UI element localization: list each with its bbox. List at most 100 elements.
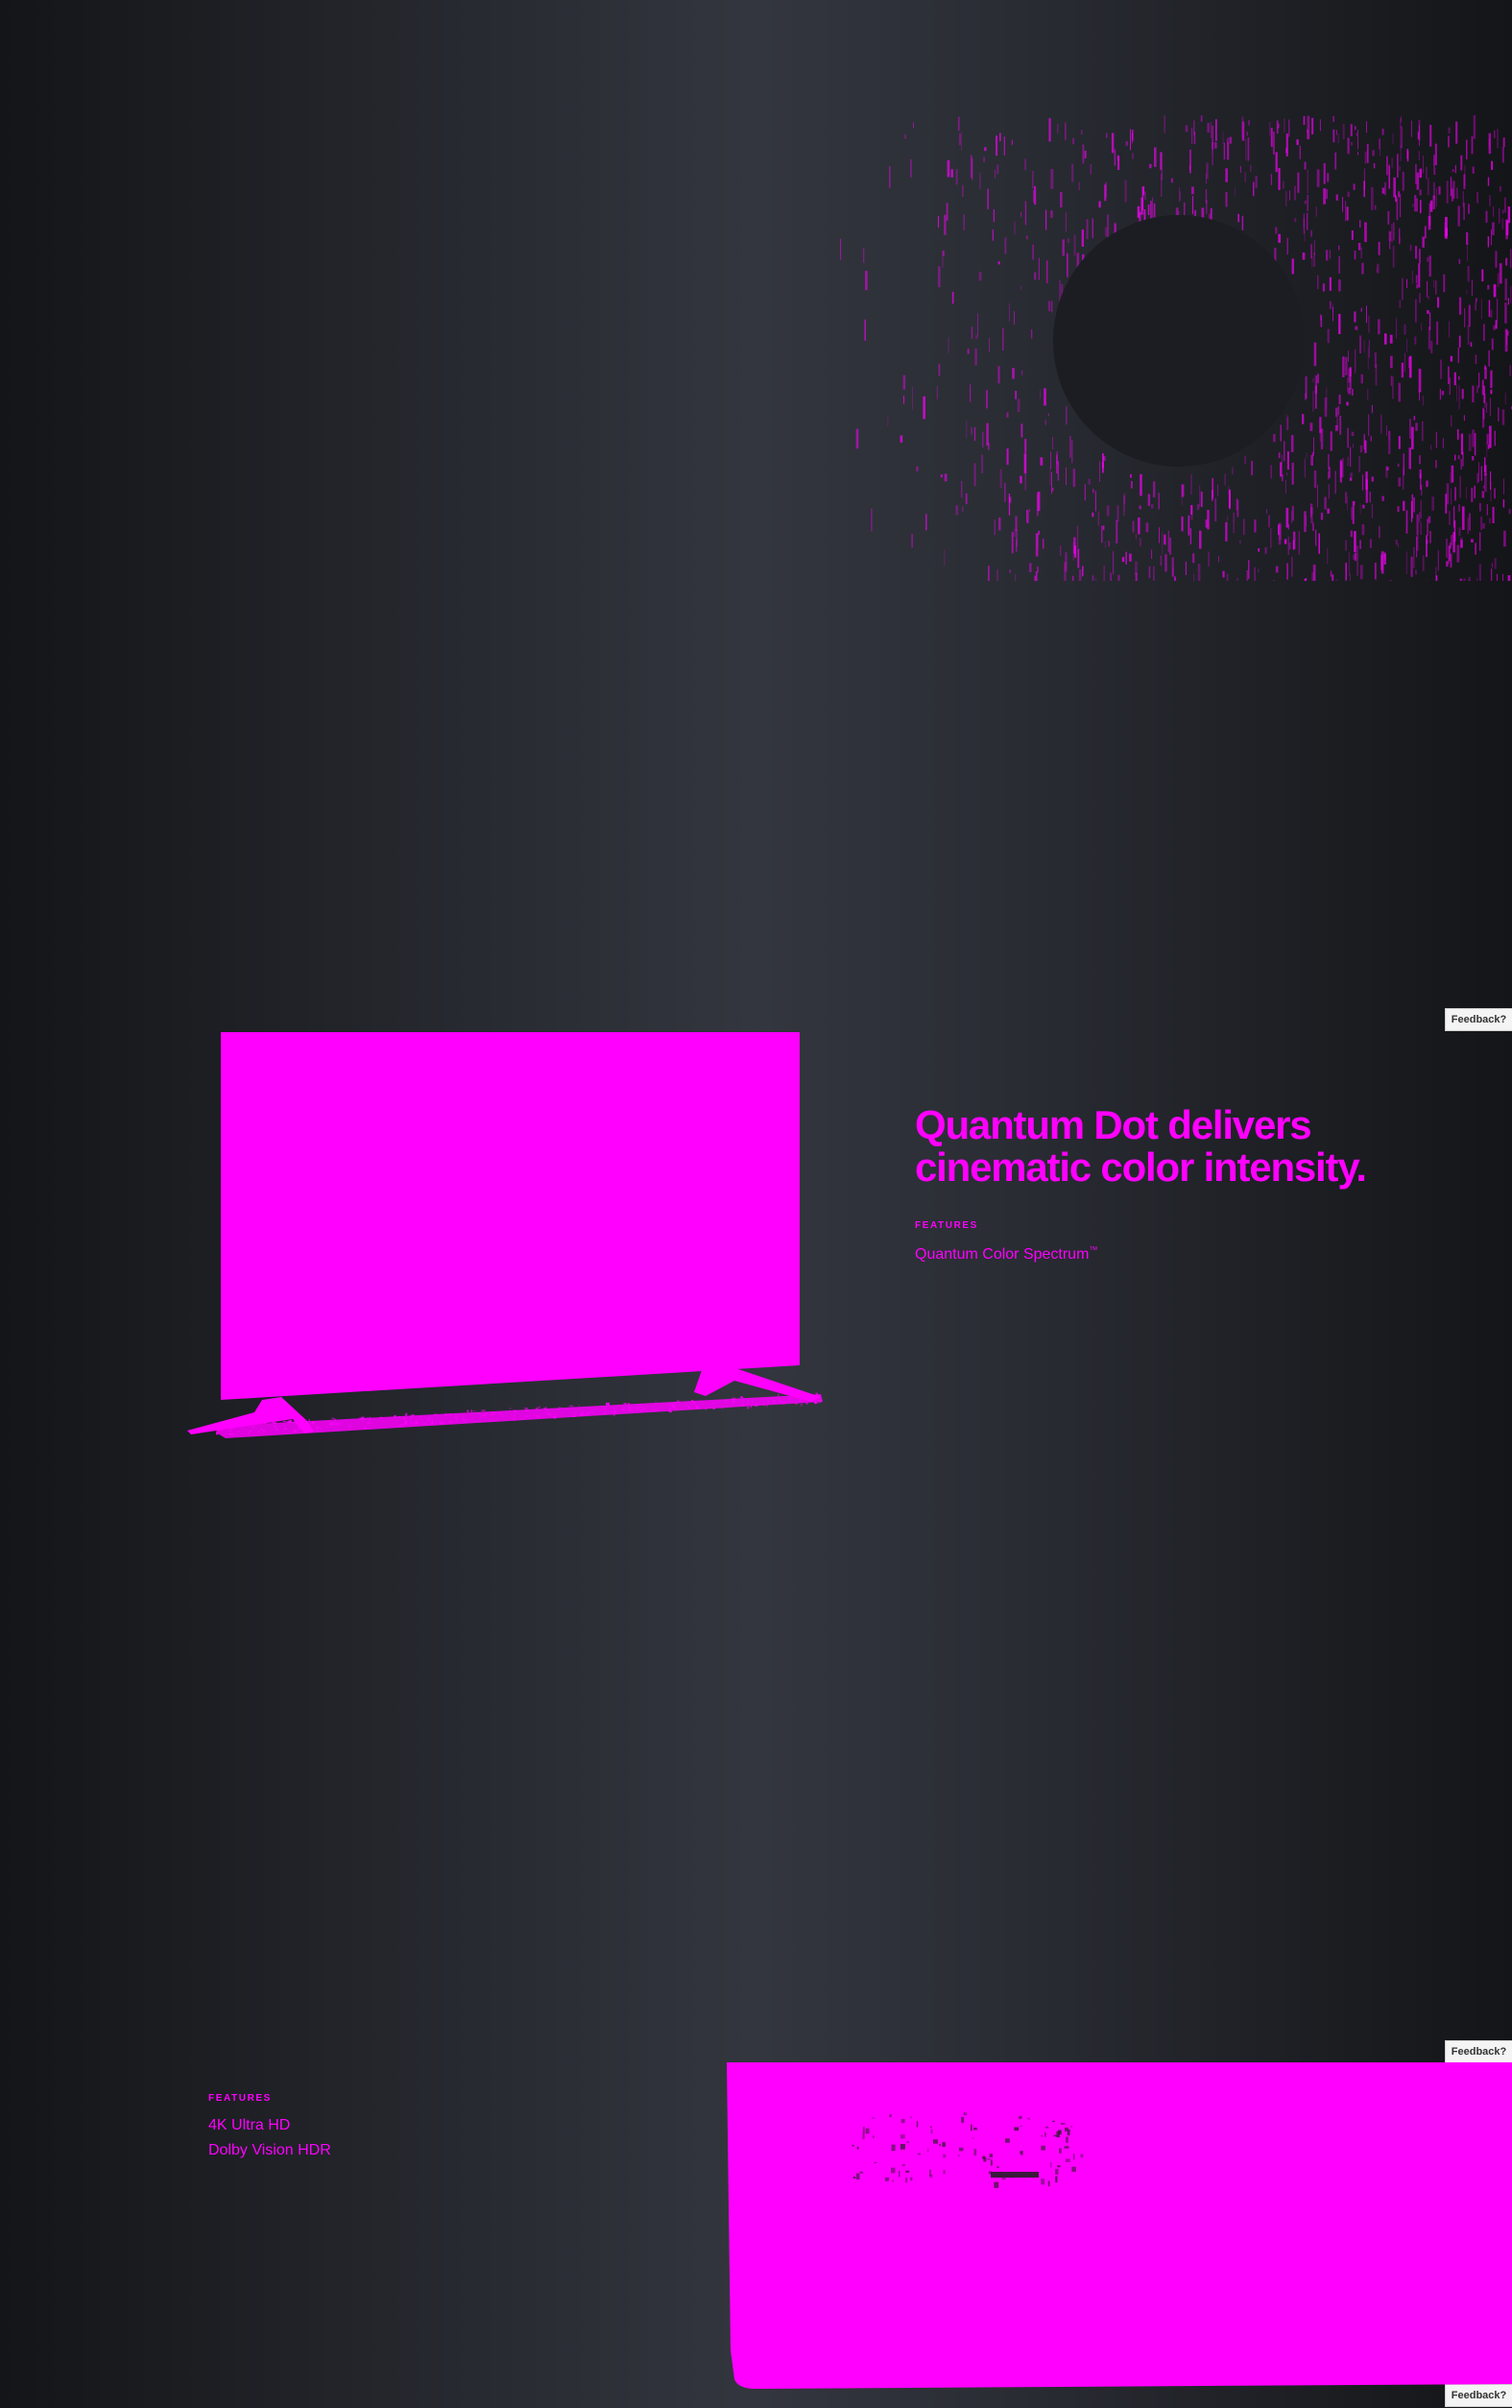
- particle-streak: [865, 271, 868, 291]
- particle-streak: [1050, 451, 1052, 470]
- particle-streak: [1403, 500, 1405, 512]
- particle-streak: [1288, 119, 1290, 137]
- silhouette-mark: [963, 2112, 968, 2116]
- particle-streak: [936, 386, 938, 399]
- grain-speck: [582, 1410, 584, 1414]
- particle-streak: [1499, 263, 1502, 284]
- particle-streak: [1097, 511, 1100, 526]
- particle-streak: [1081, 229, 1084, 247]
- particle-streak: [1336, 130, 1337, 135]
- tv-screen-closeup-icon: [727, 2062, 1512, 2389]
- silhouette-mark: [904, 2178, 908, 2183]
- particle-streak: [1284, 480, 1286, 494]
- particle-streak: [1463, 578, 1466, 581]
- particle-streak: [1045, 260, 1048, 283]
- particle-streak: [1456, 384, 1457, 401]
- particle-streak: [1419, 168, 1423, 178]
- particle-streak: [1494, 488, 1496, 499]
- particle-streak: [1466, 231, 1469, 245]
- particle-streak: [1472, 385, 1475, 403]
- particle-streak: [1337, 133, 1339, 144]
- particle-streak: [1414, 195, 1417, 212]
- bottom-features-section: FEATURES 4K Ultra HD Dolby Vision HDR: [208, 2093, 535, 2163]
- particle-streak: [1417, 132, 1419, 140]
- particle-streak: [1435, 431, 1437, 448]
- feedback-button[interactable]: Feedback?: [1445, 1008, 1512, 1031]
- grain-speck: [580, 1413, 584, 1416]
- particle-streak: [1286, 563, 1288, 580]
- grain-speck: [537, 1415, 540, 1418]
- particle-streak: [1440, 359, 1443, 379]
- particle-streak: [1437, 550, 1439, 571]
- particle-streak: [982, 431, 984, 448]
- particle-streak: [1448, 127, 1451, 134]
- silhouette-mark: [1055, 2176, 1058, 2183]
- grain-speck: [778, 1393, 780, 1397]
- particle-streak: [1048, 118, 1051, 142]
- particle-streak: [1197, 564, 1201, 581]
- particle-streak: [1224, 473, 1226, 486]
- particle-streak: [1371, 476, 1374, 482]
- particle-streak: [1317, 275, 1319, 290]
- particle-streak: [1356, 545, 1359, 560]
- particle-streak: [944, 473, 948, 482]
- silhouette-mark: [1020, 2125, 1022, 2127]
- grain-speck: [816, 1395, 818, 1397]
- particle-streak: [1305, 376, 1308, 398]
- particle-streak: [1012, 368, 1015, 379]
- particle-streak: [1467, 266, 1470, 271]
- silhouette-mark: [856, 2146, 859, 2150]
- particle-streak: [1359, 445, 1363, 453]
- particle-streak: [1092, 489, 1094, 494]
- particle-streak: [1398, 542, 1399, 548]
- particle-streak: [1384, 333, 1387, 345]
- particle-streak: [1436, 321, 1439, 346]
- feedback-button[interactable]: Feedback?: [1445, 2040, 1512, 2063]
- particle-streak: [904, 133, 907, 139]
- silhouette-mark: [989, 2154, 994, 2157]
- particle-streak: [1409, 244, 1412, 252]
- particle-streak: [1057, 123, 1059, 134]
- silhouette-mark: [1014, 2127, 1020, 2131]
- particle-streak: [1370, 436, 1372, 442]
- grain-speck: [217, 1428, 219, 1432]
- particle-streak: [963, 214, 965, 231]
- particle-streak: [1347, 427, 1349, 448]
- particle-streak: [1451, 415, 1452, 427]
- grain-speck: [635, 1407, 636, 1409]
- particle-streak: [1303, 115, 1306, 126]
- particle-streak: [1320, 512, 1324, 520]
- particle-streak: [1350, 124, 1353, 136]
- particle-streak: [1493, 284, 1497, 298]
- particle-streak: [1125, 141, 1128, 146]
- particle-streak: [1367, 388, 1369, 400]
- particle-streak: [1492, 506, 1495, 523]
- particle-streak: [1078, 181, 1080, 191]
- particle-streak: [1419, 512, 1421, 522]
- particle-streak: [1471, 488, 1474, 502]
- particle-streak: [1389, 334, 1393, 344]
- particle-streak: [1117, 574, 1120, 581]
- particle-streak: [977, 313, 978, 338]
- particle-streak: [1457, 455, 1460, 460]
- particle-streak: [1413, 416, 1416, 421]
- particle-streak: [1253, 181, 1255, 197]
- particle-streak: [1507, 575, 1511, 581]
- particle-streak: [975, 334, 977, 340]
- silhouette-mark: [1067, 2129, 1070, 2136]
- particle-streak: [942, 256, 944, 268]
- grain-speck: [514, 1415, 516, 1417]
- particle-streak: [1160, 152, 1163, 170]
- particle-streak: [1435, 188, 1437, 207]
- particle-streak: [1313, 342, 1317, 367]
- particle-streak: [912, 386, 913, 410]
- silhouette-mark: [972, 2137, 974, 2139]
- particle-streak: [1313, 437, 1314, 456]
- particle-streak: [1449, 511, 1451, 525]
- particle-streak: [1416, 535, 1419, 551]
- particle-streak: [1419, 293, 1421, 303]
- grain-speck: [781, 1402, 785, 1405]
- grain-speck: [471, 1410, 476, 1412]
- particle-streak: [1132, 520, 1135, 533]
- particle-streak: [1454, 164, 1456, 174]
